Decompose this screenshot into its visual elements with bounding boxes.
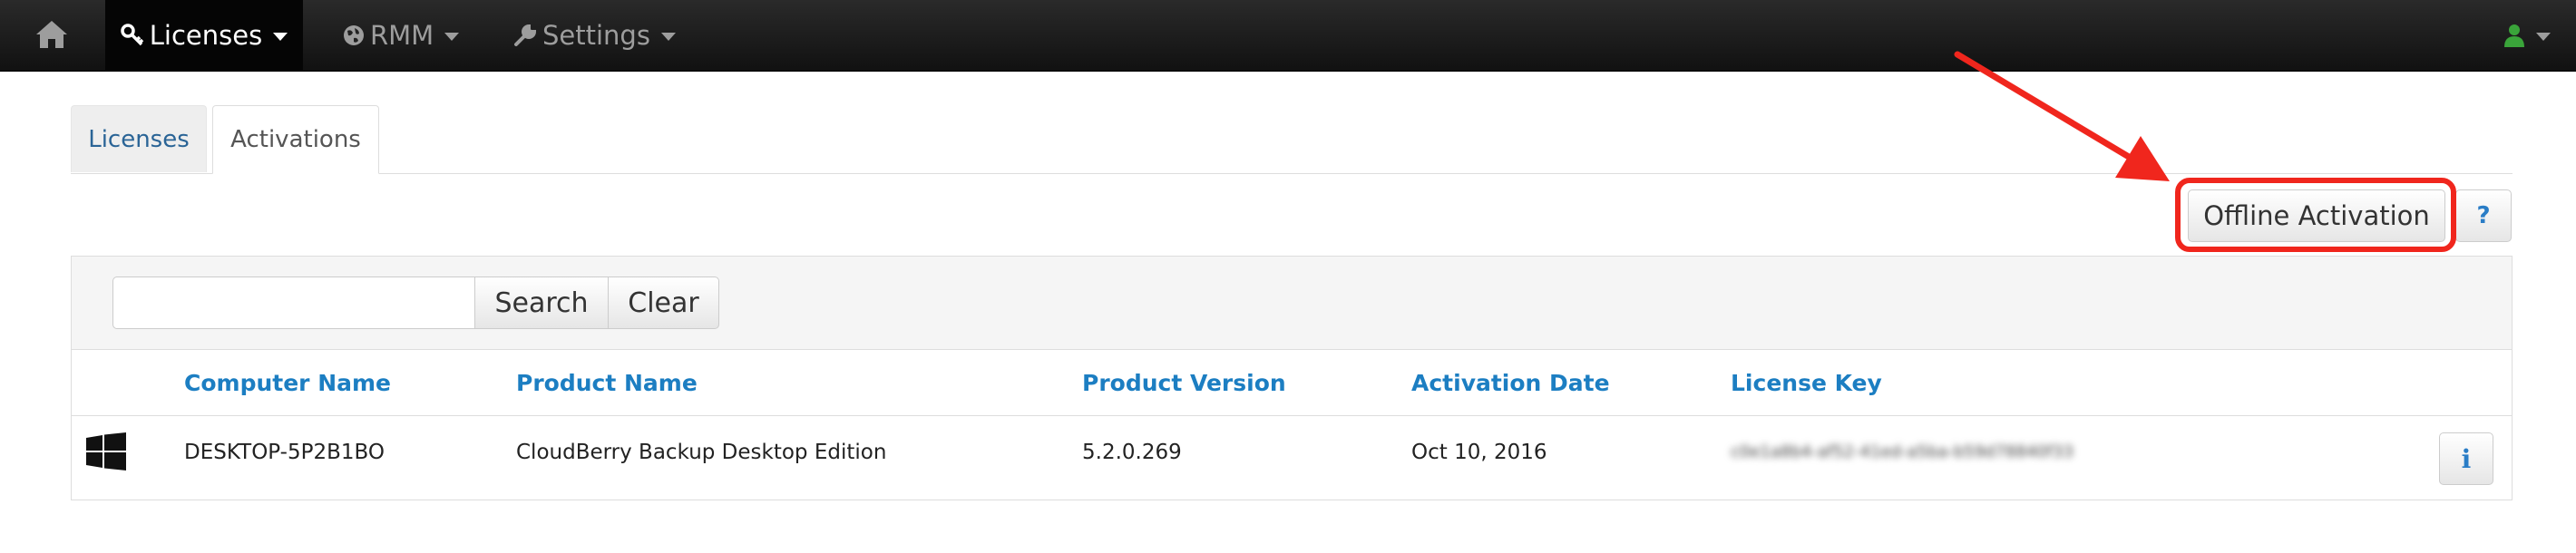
- search-button[interactable]: Search: [474, 276, 609, 329]
- nav-licenses-label: Licenses: [149, 20, 263, 51]
- nav-settings-menu[interactable]: Settings: [513, 0, 676, 71]
- user-icon: [2504, 24, 2524, 47]
- column-header-license-key[interactable]: License Key: [1731, 367, 1882, 400]
- wrench-icon: [513, 24, 537, 47]
- chevron-down-icon: [2536, 32, 2551, 41]
- windows-icon: [86, 432, 126, 471]
- user-menu[interactable]: [2503, 18, 2551, 53]
- home-icon: [36, 21, 67, 48]
- home-button[interactable]: [33, 16, 71, 53]
- highlight-annotation: [2175, 178, 2456, 252]
- column-header-activation-date[interactable]: Activation Date: [1411, 367, 1610, 400]
- cell-license-key: c0e1a8b4-af52-41ed-a5ba-b59d78840f33: [1731, 442, 2074, 461]
- tab-licenses[interactable]: Licenses: [71, 105, 207, 172]
- column-header-product-name[interactable]: Product Name: [516, 367, 698, 400]
- nav-rmm-label: RMM: [370, 20, 434, 51]
- nav-settings-label: Settings: [542, 20, 650, 51]
- column-header-computer-name[interactable]: Computer Name: [184, 367, 391, 400]
- clear-button[interactable]: Clear: [608, 276, 719, 329]
- nav-licenses-menu[interactable]: Licenses: [105, 0, 303, 71]
- nav-rmm-menu[interactable]: RMM: [343, 0, 460, 71]
- key-icon: [121, 24, 144, 47]
- search-toolbar: Search Clear: [72, 257, 2512, 350]
- tab-activations[interactable]: Activations: [212, 105, 379, 174]
- chevron-down-icon: [660, 32, 676, 41]
- cell-activation-date: Oct 10, 2016: [1411, 441, 1547, 464]
- help-button[interactable]: ?: [2455, 189, 2512, 242]
- column-header-product-version[interactable]: Product Version: [1082, 367, 1286, 400]
- cell-product-version: 5.2.0.269: [1082, 441, 1182, 464]
- info-button[interactable]: i: [2439, 432, 2493, 485]
- globe-icon: [343, 24, 365, 46]
- cell-product-name: CloudBerry Backup Desktop Edition: [516, 441, 887, 464]
- top-navbar: Licenses RMM Settings: [0, 0, 2576, 72]
- chevron-down-icon: [273, 32, 288, 41]
- activations-panel: Search Clear Computer Name Product Name …: [71, 256, 2513, 500]
- tab-bar: Licenses Activations: [71, 105, 2513, 174]
- table-divider: [72, 415, 2512, 416]
- chevron-down-icon: [444, 32, 460, 41]
- search-input[interactable]: [112, 276, 475, 329]
- cell-computer-name: DESKTOP-5P2B1BO: [184, 441, 385, 464]
